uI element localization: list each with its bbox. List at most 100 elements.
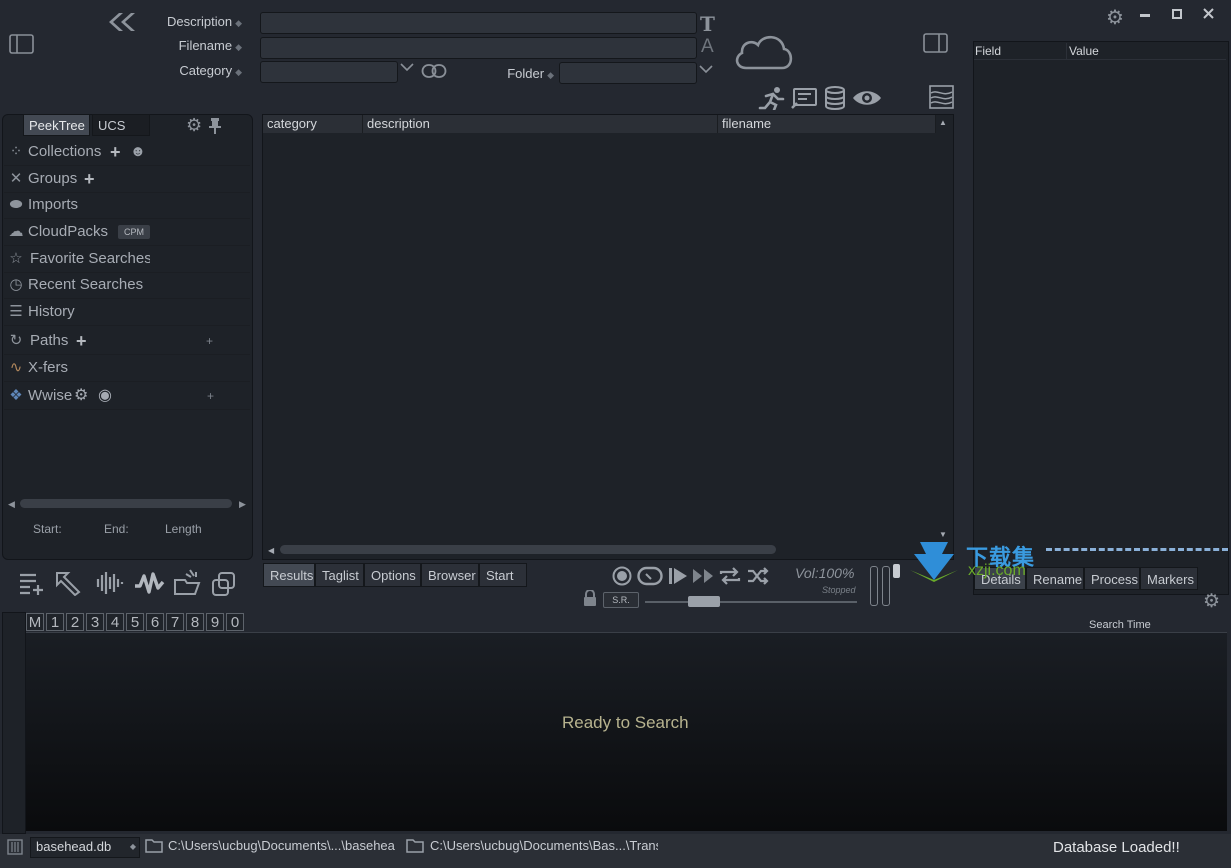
play-icon[interactable] — [668, 566, 688, 586]
waveform-view-icon[interactable] — [929, 85, 954, 109]
report-icon[interactable] — [791, 87, 819, 109]
shuffle-icon[interactable] — [746, 566, 770, 586]
path-1[interactable]: C:\Users\ucbug\Documents\...\basehea — [168, 838, 396, 853]
tree-item-imports[interactable]: ⬬ Imports — [4, 192, 250, 219]
add-group-icon[interactable]: + — [84, 166, 95, 192]
scroll-left-arrow[interactable]: ◀ — [8, 499, 15, 510]
tab-results[interactable]: Results — [263, 563, 315, 587]
tab-start[interactable]: Start — [479, 563, 527, 587]
results-scroll-left-arrow[interactable]: ◀ — [268, 546, 274, 555]
expand-wwise-icon[interactable]: + — [207, 383, 214, 409]
marker-digit-5[interactable]: 5 — [126, 613, 144, 631]
tab-options[interactable]: Options — [364, 563, 421, 587]
expand-path-icon[interactable]: + — [206, 328, 213, 354]
column-header-description[interactable]: description — [363, 115, 718, 133]
case-sensitive-icon[interactable]: A — [701, 36, 714, 58]
category-dropdown-icon[interactable] — [400, 62, 414, 72]
details-settings-icon[interactable]: ⚙ — [1203, 590, 1220, 613]
scroll-right-arrow[interactable]: ▶ — [239, 499, 246, 510]
cloud-icon[interactable] — [732, 30, 794, 72]
minimize-icon[interactable] — [1140, 14, 1150, 18]
tree-item-groups[interactable]: ✕ Groups + — [4, 166, 250, 193]
field-column-header[interactable]: Field — [974, 43, 1067, 59]
cursor-edit-icon[interactable] — [54, 570, 82, 596]
marker-digit-6[interactable]: 6 — [146, 613, 164, 631]
description-input[interactable] — [260, 12, 697, 34]
close-icon[interactable] — [1203, 8, 1214, 19]
scroll-down-arrow[interactable]: ▼ — [939, 530, 947, 539]
wwise-globe-icon[interactable]: ◉ — [98, 383, 112, 409]
path-2[interactable]: C:\Users\ucbug\Documents\Bas...\Trans — [430, 838, 658, 853]
copy-squares-icon[interactable] — [211, 571, 237, 597]
scroll-up-arrow[interactable]: ▲ — [939, 118, 947, 127]
lock-icon[interactable] — [583, 590, 597, 606]
value-column-header[interactable]: Value — [1066, 43, 1226, 59]
tree-item-collections[interactable]: ⁘ Collections + ☻ — [4, 139, 250, 166]
eye-icon[interactable] — [852, 89, 882, 107]
link-icon[interactable] — [421, 63, 447, 79]
tab-peektree[interactable]: PeekTree — [23, 114, 90, 136]
run-icon[interactable] — [758, 86, 786, 110]
add-path-icon[interactable]: + — [76, 328, 87, 354]
marker-digit-2[interactable]: 2 — [66, 613, 84, 631]
marker-digit-m[interactable]: M — [26, 613, 44, 631]
marker-digit-0[interactable]: 0 — [226, 613, 244, 631]
settings-gear-icon[interactable]: ⚙ — [1106, 5, 1124, 30]
grid-icon[interactable] — [7, 839, 23, 855]
marker-digit-8[interactable]: 8 — [186, 613, 204, 631]
tab-browser[interactable]: Browser — [421, 563, 479, 587]
volume-slider-track[interactable] — [870, 566, 878, 606]
tab-ucs[interactable]: UCS — [92, 114, 150, 136]
fast-forward-icon[interactable] — [692, 567, 716, 585]
volume-slider-track-2[interactable] — [882, 566, 890, 606]
category-label: Category ◆ — [179, 63, 242, 78]
collapse-double-chevron-icon[interactable] — [106, 12, 136, 32]
tree-item-favorite-searches[interactable]: ☆ Favorite Searches — [4, 246, 250, 273]
column-header-filename[interactable]: filename — [718, 115, 936, 133]
tree-item-cloudpacks[interactable]: ☁ CloudPacks CPM — [4, 219, 250, 246]
folder-icon[interactable] — [145, 838, 163, 853]
left-panel-toggle-icon[interactable] — [9, 34, 34, 54]
results-hscrollbar[interactable] — [280, 545, 776, 554]
cpm-badge[interactable]: CPM — [118, 225, 150, 239]
pin-icon[interactable] — [209, 118, 221, 134]
record-icon[interactable] — [612, 566, 632, 586]
database-icon[interactable] — [824, 86, 846, 110]
text-format-icon[interactable]: T — [700, 12, 715, 36]
pulse-icon[interactable] — [133, 570, 165, 596]
folder-icon-2[interactable] — [406, 838, 424, 853]
marker-digit-7[interactable]: 7 — [166, 613, 184, 631]
playback-position-slider[interactable] — [645, 601, 857, 603]
column-header-category[interactable]: category — [263, 115, 363, 133]
loop-icon[interactable] — [637, 566, 663, 586]
peektree-settings-icon[interactable]: ⚙ — [186, 115, 202, 136]
add-list-icon[interactable] — [18, 571, 46, 595]
filename-input[interactable] — [260, 37, 697, 59]
volume-slider-knob[interactable] — [893, 564, 900, 578]
database-select[interactable]: basehead.db ◆ — [30, 837, 140, 858]
playback-position-thumb[interactable] — [688, 596, 720, 607]
folder-input[interactable] — [559, 62, 697, 84]
add-collection-icon[interactable]: + — [110, 139, 121, 165]
right-panel-toggle-icon[interactable] — [923, 33, 948, 53]
maximize-icon[interactable] — [1172, 9, 1182, 19]
category-input[interactable] — [260, 61, 398, 83]
sample-rate-button[interactable]: S.R. — [603, 592, 639, 608]
waveform-icon[interactable] — [92, 570, 124, 596]
marker-digit-1[interactable]: 1 — [46, 613, 64, 631]
marker-digit-4[interactable]: 4 — [106, 613, 124, 631]
peektree-hscrollbar[interactable] — [20, 499, 232, 508]
tree-item-recent-searches[interactable]: ◷ Recent Searches — [4, 272, 250, 299]
tree-item-wwise[interactable]: ❖ Wwise ⚙ ◉ + — [4, 383, 250, 410]
marker-digit-9[interactable]: 9 — [206, 613, 224, 631]
repeat-icon[interactable] — [718, 566, 742, 586]
tree-item-paths[interactable]: ↻ Paths + + — [4, 328, 250, 355]
tree-item-history[interactable]: ☰ History — [4, 299, 250, 326]
open-folder-icon[interactable] — [172, 568, 202, 596]
collections-user-icon[interactable]: ☻ — [130, 139, 146, 165]
wwise-settings-icon[interactable]: ⚙ — [74, 383, 88, 409]
tree-item-xfers[interactable]: ∿ X-fers — [4, 355, 250, 382]
marker-digit-3[interactable]: 3 — [86, 613, 104, 631]
tab-taglist[interactable]: Taglist — [315, 563, 364, 587]
folder-dropdown-icon[interactable] — [699, 64, 713, 74]
